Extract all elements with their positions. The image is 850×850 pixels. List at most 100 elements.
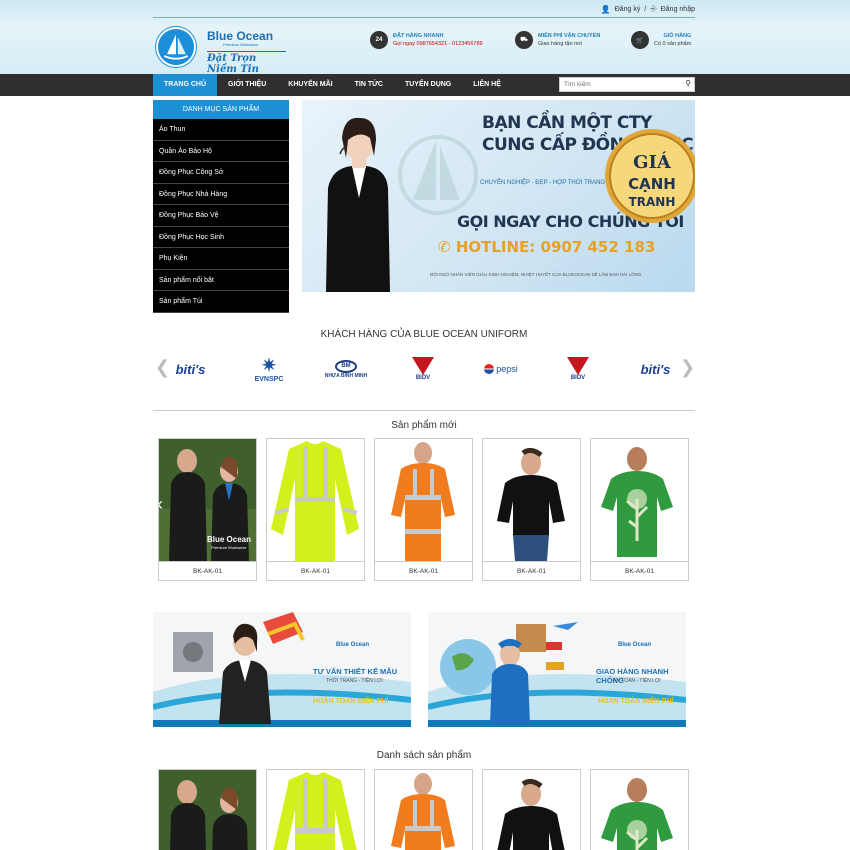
logo-name: Blue Ocean xyxy=(207,29,274,43)
banner-subtitle: CHUYÊN NGHIỆP - ĐẸP - HỢP THỜI TRANG xyxy=(480,180,606,186)
product-image-subtitle: Premium Workwear xyxy=(211,545,247,550)
competitive-price-seal-icon: GIÁ CẠNH TRANH xyxy=(605,129,695,223)
product-image xyxy=(483,439,580,561)
customers-title: KHÁCH HÀNG CỦA BLUE OCEAN UNIFORM xyxy=(320,329,528,340)
cart-icon: 🛒 xyxy=(631,31,649,49)
pepsi-globe-icon xyxy=(484,364,495,374)
nav-home[interactable]: TRANG CHỦ xyxy=(153,74,217,96)
logo-text: pepsi xyxy=(496,364,518,374)
chevron-left-icon[interactable]: ‹ xyxy=(159,494,163,515)
cart-info[interactable]: 🛒 GIỎ HÀNG Có 0 sản phẩm xyxy=(631,31,691,49)
product-name[interactable]: BK-AK-01 xyxy=(483,561,580,580)
product-image-brand: Blue Ocean xyxy=(207,535,252,544)
logo-subtitle: Premium Workwear xyxy=(223,42,259,47)
product-card[interactable] xyxy=(374,769,473,850)
site-logo[interactable]: Blue Ocean Premium Workwear Đặt Trọn Niề… xyxy=(156,27,286,75)
customer-logo-evnspc[interactable]: ✷ EVNSPC xyxy=(247,350,291,388)
promo-brand: Blue Ocean xyxy=(618,642,652,648)
register-link[interactable]: Đăng ký xyxy=(615,6,641,13)
product-card[interactable]: BK-AK-01 xyxy=(374,438,473,581)
product-card[interactable]: BK-AK-01 xyxy=(482,438,581,581)
bm-emblem-icon: BM xyxy=(335,359,357,373)
product-card[interactable] xyxy=(266,769,365,850)
logo-text: NHỰA BÌNH MINH xyxy=(324,372,368,379)
product-image xyxy=(267,439,364,561)
product-list-title: Danh sách sản phẩm xyxy=(376,750,472,761)
logo-slogan: Đặt Trọn Niềm Tin xyxy=(207,51,286,75)
product-image xyxy=(483,770,580,850)
evn-symbol-icon: ✷ xyxy=(260,354,278,377)
sidebar-title: DANH MỤC SẢN PHẨM xyxy=(153,100,289,119)
product-name[interactable]: BK-AK-01 xyxy=(591,561,688,580)
nav-promotions[interactable]: KHUYẾN MÃI xyxy=(277,74,343,96)
chevron-right-icon[interactable]: › xyxy=(684,494,688,515)
customer-logo-bitis[interactable]: biti's xyxy=(168,350,213,388)
logo-text: EVNSPC xyxy=(254,375,284,383)
shipping-info: ⛟ MIỄN PHÍ VẬN CHUYỂN Giao hàng tận nơi xyxy=(515,31,600,49)
customer-logo-bidv-2[interactable]: BIDV xyxy=(563,350,593,388)
nav-news[interactable]: TIN TỨC xyxy=(344,74,394,96)
product-card[interactable] xyxy=(158,769,257,850)
fast-order-phone: Gọi ngay 0987654321 - 0123456789 xyxy=(393,41,483,47)
logo-text: biti's xyxy=(640,361,671,377)
phone-icon: ✆ xyxy=(438,238,451,256)
category-sidebar: DANH MỤC SẢN PHẨM Áo Thun Quần Áo Bảo Hộ… xyxy=(153,100,289,313)
search-icon[interactable]: ⚲ xyxy=(685,79,691,88)
sidebar-item-bags[interactable]: Sản phẩm Túi xyxy=(153,291,289,313)
promo-banner-delivery[interactable]: Blue Ocean GIAO HÀNG NHANH CHÓNG AN TOÀN… xyxy=(428,612,686,727)
header: 👤 Đăng ký / ⎆ Đăng nhập Blue Ocean Premi… xyxy=(0,0,850,75)
sidebar-item-accessories[interactable]: Phụ Kiện xyxy=(153,248,289,270)
seal-line3: TRANH xyxy=(629,195,676,209)
banner-hotline: ✆ HOTLINE: 0907 452 183 xyxy=(438,238,655,256)
promo-line3: HOÀN TOÀN MIỄN PHÍ xyxy=(313,698,389,705)
seal-line2: CẠNH xyxy=(628,175,676,193)
sidebar-item-t-shirt[interactable]: Áo Thun xyxy=(153,119,289,141)
chevron-right-icon[interactable]: ❯ xyxy=(680,357,695,378)
product-card[interactable]: BK-AK-01 xyxy=(266,438,365,581)
customer-logo-binh-minh[interactable]: BM NHỰA BÌNH MINH xyxy=(318,350,374,388)
sidebar-item-featured[interactable]: Sản phẩm nổi bật xyxy=(153,269,289,291)
product-card[interactable] xyxy=(482,769,581,850)
customer-logo-bidv[interactable]: BIDV xyxy=(408,350,438,388)
bidv-emblem-icon xyxy=(567,357,589,375)
login-link[interactable]: Đăng nhập xyxy=(661,6,695,13)
banner-hotline-text: HOTLINE: 0907 452 183 xyxy=(455,238,656,256)
sidebar-item-protective-wear[interactable]: Quần Áo Bảo Hộ xyxy=(153,140,289,162)
logo-text: BIDV xyxy=(415,375,431,381)
promo-banner-design[interactable]: Blue Ocean TƯ VẤN THIẾT KẾ MẪU THỜI TRAN… xyxy=(153,612,411,727)
nav-recruitment[interactable]: TUYỂN DỤNG xyxy=(394,74,462,96)
seal-line1: GIÁ xyxy=(633,150,672,173)
customer-logo-pepsi[interactable]: pepsi xyxy=(481,350,521,388)
nav-contact[interactable]: LIÊN HỆ xyxy=(462,74,512,96)
product-name[interactable]: BK-AK-01 xyxy=(159,561,256,580)
fast-order-title: ĐẶT HÀNG NHANH xyxy=(393,33,444,39)
product-name[interactable]: BK-AK-01 xyxy=(267,561,364,580)
product-name[interactable]: BK-AK-01 xyxy=(375,561,472,580)
customer-service-woman-image xyxy=(326,117,390,292)
promo-line3: HOÀN TOÀN MIỄN PHÍ xyxy=(598,698,674,705)
customer-logo-bitis-2[interactable]: biti's xyxy=(633,350,678,388)
product-card[interactable] xyxy=(590,769,689,850)
product-card[interactable]: Blue Ocean Premium Workwear ‹ BK-AK-01 xyxy=(158,438,257,581)
promo-line2: AN TOÀN - TIỆN LỢI xyxy=(613,678,661,684)
hero-banner[interactable]: BẠN CẦN MỘT CTY CUNG CẤP ĐỒNG PHỤC CHUYÊ… xyxy=(302,100,695,292)
promo-line2: THỜI TRANG - TIỆN LỢI xyxy=(326,678,383,684)
sailboat-logo-icon xyxy=(156,27,196,67)
search-input[interactable] xyxy=(560,78,675,91)
sidebar-item-office-uniform[interactable]: Đồng Phục Công Sở xyxy=(153,162,289,184)
sidebar-item-security-uniform[interactable]: Đồng Phục Bảo Vệ xyxy=(153,205,289,227)
main-nav: TRANG CHỦ GIỚI THIỆU KHUYẾN MÃI TIN TỨC … xyxy=(0,74,850,96)
product-card[interactable]: › BK-AK-01 xyxy=(590,438,689,581)
new-products-title: Sản phẩm mới xyxy=(391,420,457,431)
sidebar-item-student-uniform[interactable]: Đồng Phục Học Sinh xyxy=(153,226,289,248)
product-image xyxy=(375,439,472,561)
nav-about[interactable]: GIỚI THIỆU xyxy=(217,74,277,96)
cart-title: GIỎ HÀNG xyxy=(663,33,692,39)
account-links: 👤 Đăng ký / ⎆ Đăng nhập xyxy=(601,4,695,14)
product-image: › xyxy=(591,439,688,561)
cart-count: Có 0 sản phẩm xyxy=(654,41,692,47)
fast-order-info: 24 ĐẶT HÀNG NHANH Gọi ngay 0987654321 - … xyxy=(370,31,483,49)
sidebar-item-restaurant-uniform[interactable]: Đồng Phục Nhà Hàng xyxy=(153,183,289,205)
product-image xyxy=(375,770,472,850)
header-divider xyxy=(153,17,695,18)
